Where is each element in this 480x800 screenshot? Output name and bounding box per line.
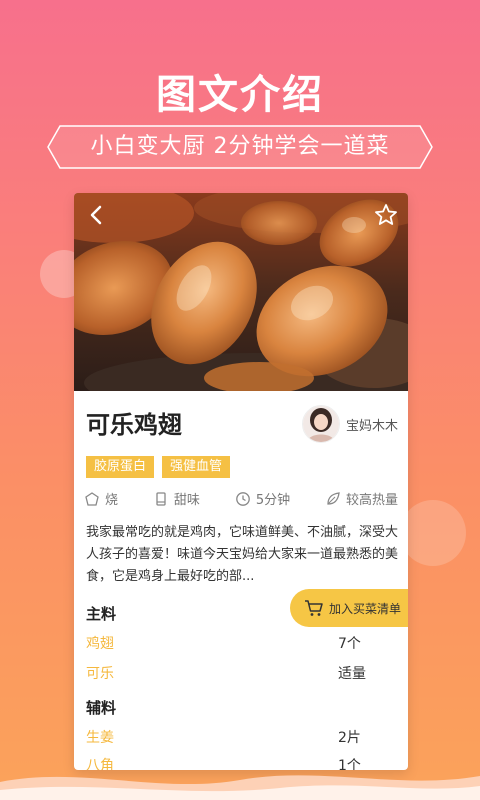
main-ingredients-title: 主料 [86,605,117,623]
recipe-attributes: 烧 甜味 5分钟 较高热量 [84,489,398,508]
back-arrow-icon [90,205,102,225]
tag-list: 胶原蛋白 强健血管 [86,456,238,478]
decor-circle-right [400,500,466,566]
back-button[interactable] [82,201,110,229]
author-name: 宝妈木木 [345,418,398,434]
bottom-wave-decoration [0,775,480,800]
ingredient-qty: 7个 [338,636,361,652]
attribute-method: 烧 [84,489,118,508]
attribute-label: 甜味 [173,493,200,508]
cart-icon [305,600,323,616]
author-info[interactable]: 宝妈木木 [301,405,398,443]
favorite-button[interactable] [372,201,400,229]
page-title: 图文介绍 [156,72,324,118]
ingredient-name: 可乐 [86,666,114,682]
attribute-label: 烧 [105,493,119,508]
recipe-card: 可乐鸡翅 宝妈木木 胶原蛋白 强健血管 烧 甜味 5分钟 较高热量 我家最常吃的… [74,193,408,770]
ingredient-name: 生姜 [86,730,114,746]
aux-ingredients-title: 辅料 [86,699,117,717]
avatar [301,405,340,443]
subtitle-banner: 小白变大厨 2分钟学会一道菜 [46,124,434,170]
taste-icon [156,491,166,506]
attribute-label: 5分钟 [255,493,291,508]
cook-method-icon [85,491,99,506]
leaf-icon [327,491,340,505]
cart-button-label: 加入买菜清单 [329,601,402,616]
ingredient-qty: 适量 [338,666,366,682]
tag-badge: 胶原蛋白 [86,456,155,478]
clock-icon [235,491,250,506]
attribute-label: 较高热量 [345,493,398,508]
attribute-taste: 甜味 [153,489,200,508]
attribute-calorie: 较高热量 [325,489,398,508]
star-icon [375,204,397,225]
ingredient-name: 鸡翅 [86,636,114,652]
tag-badge: 强健血管 [162,456,231,478]
add-to-shopping-list-button[interactable]: 加入买菜清单 [290,589,408,627]
recipe-description: 我家最常吃的就是鸡肉，它味道鲜美、不油腻，深受大人孩子的喜爱！味道今天宝妈给大家… [86,525,399,584]
ingredient-qty: 2片 [338,730,361,746]
attribute-time: 5分钟 [235,489,290,508]
dish-name: 可乐鸡翅 [86,411,182,439]
subtitle-text: 小白变大厨 2分钟学会一道菜 [90,134,390,159]
dish-photo [74,193,408,391]
